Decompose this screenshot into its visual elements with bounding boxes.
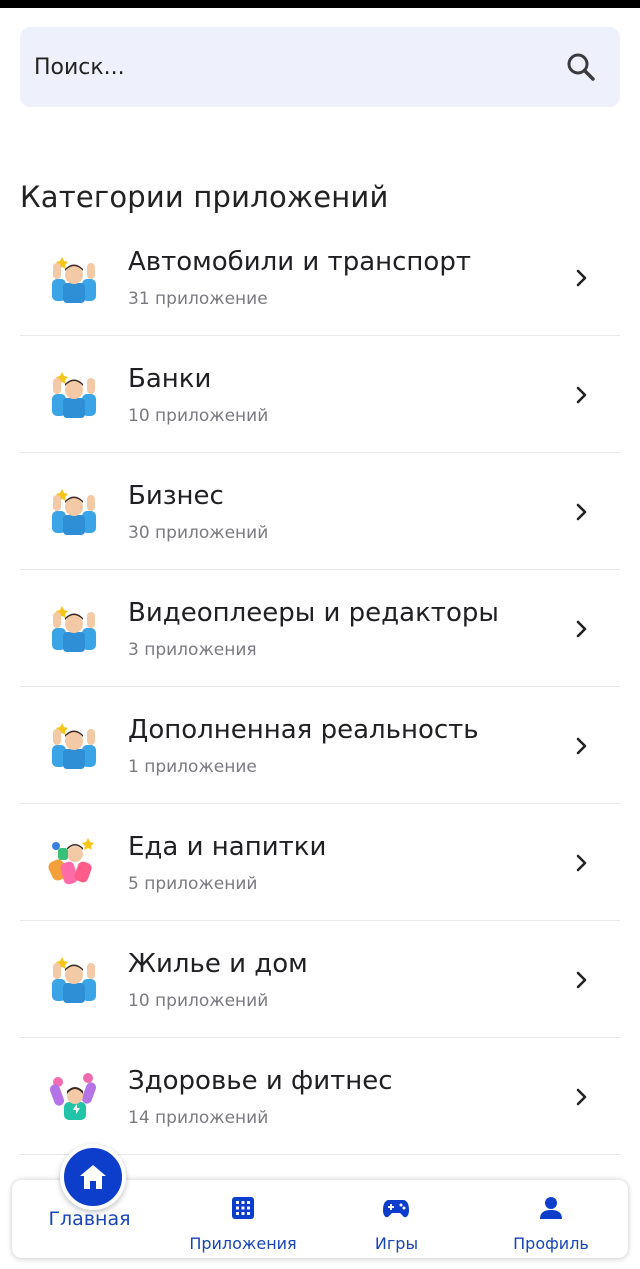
category-title: Жилье и дом	[128, 949, 308, 979]
category-title: Здоровье и фитнес	[128, 1066, 393, 1096]
nav-home[interactable]: Главная	[12, 1144, 167, 1258]
chevron-right-icon	[574, 501, 590, 523]
chevron-right-icon	[574, 267, 590, 289]
category-count: 31 приложение	[128, 289, 268, 309]
category-title: Еда и напитки	[128, 832, 327, 862]
category-title: Банки	[128, 364, 212, 394]
search-input[interactable]: Поиск...	[34, 55, 125, 80]
list-item[interactable]: Здоровье и фитнес 14 приложений	[20, 1038, 620, 1155]
nav-home-label: Главная	[48, 1208, 131, 1230]
status-bar	[0, 0, 640, 8]
chevron-right-icon	[574, 852, 590, 874]
chevron-right-icon	[574, 384, 590, 406]
nav-apps-label: Приложения	[189, 1234, 297, 1253]
category-list: Автомобили и транспорт 31 приложение Бан…	[20, 219, 620, 1155]
gamepad-icon	[382, 1198, 410, 1220]
person-celebrating-icon	[48, 368, 100, 420]
category-count: 30 приложений	[128, 523, 269, 543]
profile-icon	[539, 1196, 563, 1220]
person-celebrating-icon	[48, 602, 100, 654]
category-title: Дополненная реальность	[128, 715, 479, 745]
home-icon[interactable]	[60, 1144, 126, 1210]
search-bar[interactable]: Поиск...	[20, 27, 620, 107]
nav-games-label: Игры	[374, 1234, 419, 1253]
category-count: 14 приложений	[128, 1108, 269, 1128]
chevron-right-icon	[574, 1086, 590, 1108]
list-item[interactable]: Банки 10 приложений	[20, 336, 620, 453]
person-celebrating-icon	[48, 253, 100, 305]
apps-grid-icon	[231, 1196, 255, 1220]
chevron-right-icon	[574, 735, 590, 757]
chevron-right-icon	[574, 618, 590, 640]
list-item[interactable]: Еда и напитки 5 приложений	[20, 804, 620, 921]
person-celebrating-icon	[48, 953, 100, 1005]
category-count: 3 приложения	[128, 640, 257, 660]
person-celebrating-icon	[48, 719, 100, 771]
list-item[interactable]: Видеоплееры и редакторы 3 приложения	[20, 570, 620, 687]
bottom-navigation: Главная Приложения Игры Профиль	[12, 1144, 628, 1258]
nav-profile-label: Профиль	[513, 1234, 589, 1253]
category-count: 1 приложение	[128, 757, 257, 777]
category-title: Автомобили и транспорт	[128, 247, 471, 277]
category-title: Видеоплееры и редакторы	[128, 598, 499, 628]
nav-profile[interactable]: Профиль	[474, 1180, 628, 1258]
chevron-right-icon	[574, 969, 590, 991]
section-title: Категории приложений	[20, 180, 389, 214]
category-count: 5 приложений	[128, 874, 258, 894]
list-item[interactable]: Дополненная реальность 1 приложение	[20, 687, 620, 804]
person-fitness-icon	[48, 1070, 100, 1122]
nav-apps[interactable]: Приложения	[167, 1180, 319, 1258]
nav-games[interactable]: Игры	[319, 1180, 474, 1258]
list-item[interactable]: Бизнес 30 приложений	[20, 453, 620, 570]
category-title: Бизнес	[128, 481, 224, 511]
person-food-icon	[48, 836, 100, 888]
list-item[interactable]: Автомобили и транспорт 31 приложение	[20, 219, 620, 336]
category-count: 10 приложений	[128, 406, 269, 426]
list-item[interactable]: Жилье и дом 10 приложений	[20, 921, 620, 1038]
person-celebrating-icon	[48, 485, 100, 537]
category-count: 10 приложений	[128, 991, 269, 1011]
search-icon[interactable]	[564, 50, 598, 84]
